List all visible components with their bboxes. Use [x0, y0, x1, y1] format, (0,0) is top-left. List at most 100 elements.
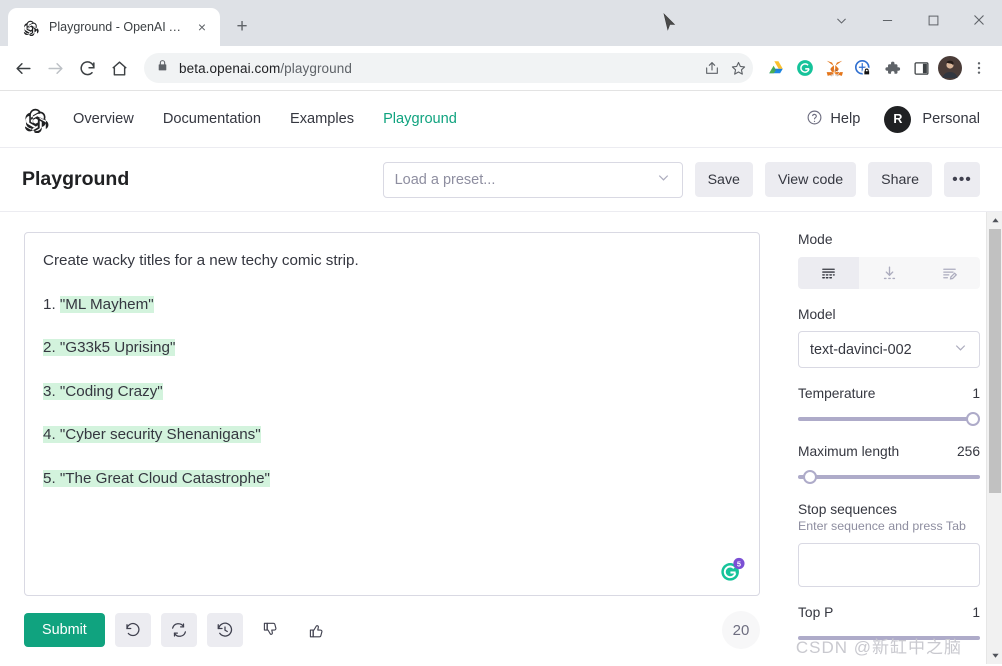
nav-link-examples[interactable]: Examples [290, 111, 354, 127]
home-icon[interactable] [104, 53, 134, 83]
maximum-length-label: Maximum length [798, 444, 900, 459]
page-title: Playground [22, 168, 130, 190]
forward-arrow-icon[interactable] [40, 53, 70, 83]
slider-track [798, 475, 980, 479]
complete-mode-icon[interactable] [798, 257, 859, 289]
completion-line-2: 2. "G33k5 Uprising" [43, 337, 741, 359]
undo-icon[interactable] [114, 613, 151, 647]
minimize-icon[interactable] [864, 0, 910, 40]
avatar: R [884, 105, 912, 133]
nav-link-playground[interactable]: Playground [383, 111, 457, 127]
maximize-icon[interactable] [910, 0, 956, 40]
tab-search-icon[interactable] [818, 0, 864, 40]
history-clock-icon[interactable] [206, 613, 243, 647]
page-content: Overview Documentation Examples Playgrou… [0, 90, 1002, 666]
browser-window: Playground - OpenAI API × + beta.openai.… [0, 0, 1002, 666]
maximum-length-value: 256 [956, 444, 980, 459]
metamask-icon[interactable] [821, 55, 847, 81]
grammarly-icon[interactable] [792, 55, 818, 81]
stop-sequences-input[interactable] [798, 543, 980, 587]
question-circle-icon [806, 109, 823, 130]
top-p-label: Top P [798, 605, 834, 620]
completion-text: "G33k5 Uprising" [59, 339, 176, 357]
profile-avatar[interactable] [937, 55, 963, 81]
help-label: Help [830, 111, 861, 127]
nav-links: Overview Documentation Examples Playgrou… [73, 111, 457, 127]
maximum-length-group: Maximum length 256 [798, 444, 980, 484]
side-panel-icon[interactable] [908, 55, 934, 81]
scrollbar-thumb[interactable] [989, 229, 1001, 493]
slider-thumb[interactable] [966, 412, 980, 426]
completion-line-4: 4. "Cyber security Shenanigans" [43, 424, 741, 446]
watermark: CSDN @新缸中之脑 [795, 638, 962, 657]
extensions-puzzle-icon[interactable] [879, 55, 905, 81]
close-icon[interactable] [956, 0, 1002, 40]
slider-thumb[interactable] [803, 470, 818, 484]
back-arrow-icon[interactable] [8, 53, 38, 83]
address-bar-url: beta.openai.com/playground [179, 61, 352, 76]
reload-icon[interactable] [72, 53, 102, 83]
temperature-slider[interactable] [798, 412, 980, 426]
completion-body: 4. "Cyber security Shenanigans" [43, 426, 261, 444]
privacy-badger-icon[interactable] [850, 55, 876, 81]
edit-mode-icon[interactable] [919, 257, 980, 289]
save-button[interactable]: Save [694, 162, 753, 197]
share-icon[interactable] [699, 55, 725, 81]
thumbs-down-icon[interactable] [253, 613, 289, 647]
more-options-button[interactable]: ••• [944, 162, 980, 197]
grammarly-icon[interactable]: 5 [719, 557, 745, 583]
url-path: /playground [280, 60, 352, 76]
prompt-textarea[interactable]: Create wacky titles for a new techy comi… [24, 232, 760, 596]
insert-mode-icon[interactable] [859, 257, 920, 289]
browser-tab-playground[interactable]: Playground - OpenAI API × [8, 8, 220, 46]
model-value: text-davinci-002 [810, 341, 912, 358]
completion-text: "Cyber security Shenanigans" [59, 426, 261, 444]
window-controls [818, 0, 1002, 40]
preset-select[interactable]: Load a preset... [382, 161, 683, 198]
tab-strip: Playground - OpenAI API × + [0, 0, 1002, 46]
playground-main: Create wacky titles for a new techy comi… [0, 212, 1002, 664]
submit-button[interactable]: Submit [24, 613, 105, 647]
completion-text: "Coding Crazy" [59, 382, 163, 400]
scroll-up-arrow-icon[interactable] [987, 212, 1002, 229]
omnibox-actions [699, 55, 751, 81]
completion-body: 3. "Coding Crazy" [43, 382, 163, 400]
editor-column: Create wacky titles for a new techy comi… [0, 212, 784, 664]
page-scrollbar[interactable] [986, 212, 1002, 664]
new-tab-button[interactable]: + [228, 13, 256, 41]
nav-link-overview[interactable]: Overview [73, 111, 134, 127]
account-label: Personal [922, 111, 980, 127]
address-bar[interactable]: beta.openai.com/playground [144, 53, 753, 83]
model-select[interactable]: text-davinci-002 [798, 331, 980, 368]
completion-prefix: 3. [43, 382, 60, 400]
chrome-menu-icon[interactable] [966, 55, 992, 81]
lock-icon [156, 59, 169, 77]
mode-toggle-group [798, 257, 980, 289]
account-menu[interactable]: R Personal [884, 105, 980, 133]
nav-link-documentation[interactable]: Documentation [163, 111, 261, 127]
chevron-down-icon [656, 170, 671, 189]
completion-prefix: 2. [43, 339, 60, 357]
google-drive-icon[interactable] [763, 55, 789, 81]
openai-logo-icon[interactable] [22, 106, 49, 133]
completion-prefix: 4. [43, 426, 60, 444]
prompt-text: Create wacky titles for a new techy comi… [43, 252, 359, 269]
close-icon[interactable]: × [192, 17, 212, 37]
temperature-value: 1 [972, 386, 980, 401]
svg-text:5: 5 [737, 559, 741, 568]
nav-right-group: Help R Personal [806, 105, 980, 133]
url-host: beta.openai.com [179, 60, 281, 76]
star-icon[interactable] [725, 55, 751, 81]
completion-line-3: 3. "Coding Crazy" [43, 381, 741, 403]
completion-prefix: 1. [43, 295, 60, 313]
view-code-button[interactable]: View code [764, 162, 857, 197]
thumbs-up-icon[interactable] [299, 613, 335, 647]
share-button[interactable]: Share [868, 162, 932, 197]
regenerate-icon[interactable] [160, 613, 197, 647]
site-navbar: Overview Documentation Examples Playgrou… [0, 91, 1002, 148]
scroll-down-arrow-icon[interactable] [987, 647, 1002, 664]
completion-prefix: 5. [43, 469, 60, 487]
maximum-length-slider[interactable] [798, 470, 980, 484]
mode-label: Mode [798, 232, 833, 247]
help-button[interactable]: Help [806, 109, 860, 130]
